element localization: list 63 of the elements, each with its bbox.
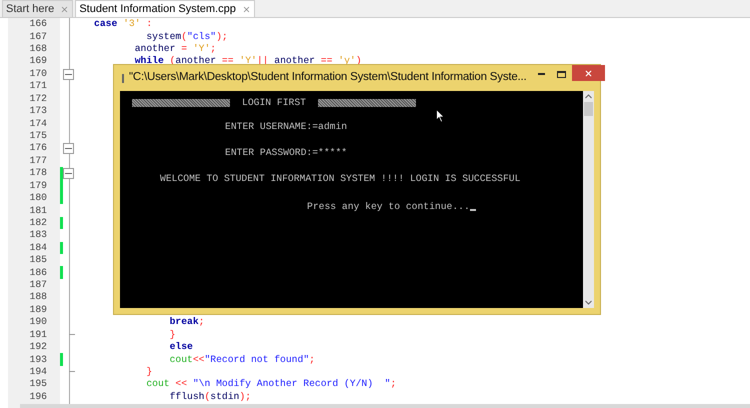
horizontal-scrollbar[interactable] — [20, 404, 750, 408]
console-text: Press any key to continue... — [307, 201, 470, 213]
console-text: ENTER PASSWORD:=***** — [225, 147, 348, 159]
fold-toggle[interactable] — [63, 68, 74, 80]
console-text: ENTER USERNAME:=admin — [225, 121, 348, 133]
close-icon — [584, 68, 593, 78]
fold-toggle[interactable] — [63, 168, 74, 180]
line-number: 193 — [28, 354, 47, 366]
line-number: 190 — [28, 316, 47, 328]
line-number: 186 — [28, 266, 47, 279]
line-number: 179 — [28, 180, 47, 192]
line-number: 181 — [28, 204, 47, 217]
line-number: 178 — [28, 167, 47, 180]
close-icon[interactable] — [60, 4, 70, 14]
code-line: cout << "\n Modify Another Record (Y/N) "; — [145, 378, 396, 390]
vertical-scrollbar[interactable] — [583, 91, 594, 308]
window-title: "C:\Users\Mark\Desktop\Student Information System\Student Information Syste... — [129, 70, 527, 86]
line-number: 196 — [28, 390, 47, 403]
line-number: 184 — [28, 242, 47, 254]
code-line: fflush(stdin); — [168, 390, 252, 403]
line-number: 189 — [28, 304, 47, 316]
mouse-pointer-icon — [436, 109, 445, 123]
code-line: another = 'Y'; — [134, 43, 216, 56]
line-number: 182 — [28, 216, 47, 229]
line-number: 170 — [28, 68, 47, 80]
line-number: 169 — [28, 55, 47, 68]
code-line: case '3' : — [94, 18, 152, 30]
close-icon[interactable] — [242, 4, 251, 14]
line-number: 192 — [28, 341, 47, 354]
line-number: 171 — [28, 80, 47, 92]
code-line: system("cls"); — [145, 30, 228, 43]
line-number: 194 — [28, 366, 47, 378]
line-number: 188 — [28, 291, 47, 304]
code-line: cout<<"Record not found"; — [168, 354, 315, 366]
line-number: 166 — [28, 18, 47, 30]
line-number: 191 — [28, 328, 47, 341]
scrollbar-thumb[interactable] — [584, 102, 593, 116]
line-number: 175 — [28, 130, 47, 142]
code-line: } — [168, 328, 176, 341]
code-line: break; — [168, 316, 204, 328]
line-number: 183 — [28, 229, 47, 242]
line-number: 172 — [28, 92, 47, 105]
line-number: 180 — [28, 192, 47, 204]
code-line: } — [145, 366, 152, 378]
close-button[interactable] — [572, 65, 605, 81]
line-number: 195 — [28, 378, 47, 390]
line-number: 174 — [28, 118, 47, 130]
console-heading: LOGIN FIRST — [242, 97, 306, 109]
line-number: 167 — [28, 30, 47, 43]
console-text: WELCOME TO STUDENT INFORMATION SYSTEM !!!! LOGIN IS SUCCESSFUL — [160, 173, 520, 185]
editor-tab[interactable]: Start here — [2, 0, 74, 17]
maximize-icon — [557, 70, 566, 78]
line-number: 173 — [28, 105, 47, 118]
line-number: 168 — [28, 43, 47, 56]
editor-tab[interactable]: Student Information System.cpp — [75, 0, 255, 17]
text-cursor — [470, 209, 476, 211]
fold-toggle[interactable] — [63, 143, 74, 154]
line-number: 187 — [28, 279, 47, 292]
minimize-icon — [538, 73, 546, 75]
line-number: 176 — [28, 142, 47, 154]
code-line: else — [168, 341, 193, 354]
line-number: 177 — [28, 154, 47, 167]
line-number: 185 — [28, 254, 47, 266]
